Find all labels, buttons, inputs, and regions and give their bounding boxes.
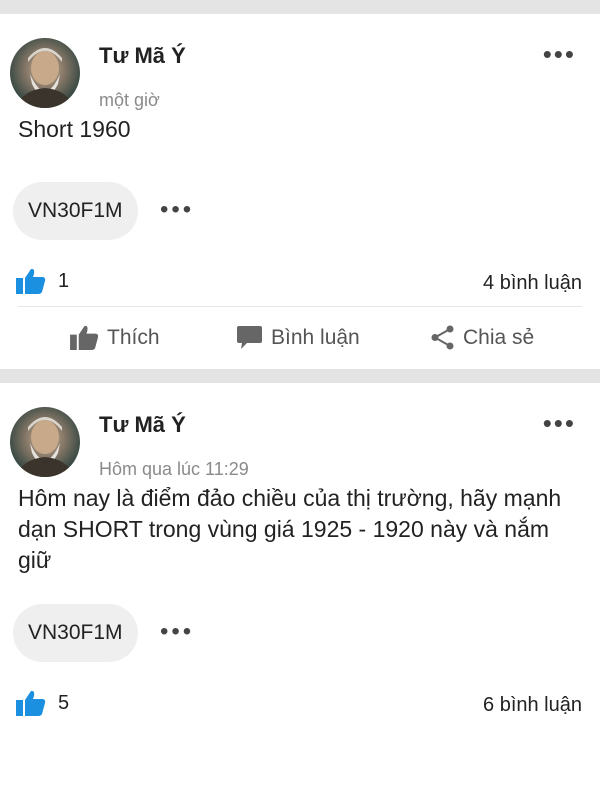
feed-separator bbox=[0, 369, 600, 383]
thumbs-up-icon bbox=[70, 325, 99, 350]
comment-count[interactable]: 6 bình luận bbox=[483, 694, 582, 717]
like-label: Thích bbox=[107, 325, 160, 349]
post-card: Tư Mã Ý một giờ ••• Short 1960 VN30F1M •… bbox=[0, 14, 600, 369]
tag-row: VN30F1M ••• bbox=[0, 182, 600, 242]
stock-tag[interactable]: VN30F1M bbox=[13, 182, 138, 240]
feed-separator bbox=[0, 0, 600, 14]
more-dots-icon[interactable]: ••• bbox=[160, 618, 194, 646]
more-dots-icon[interactable]: ••• bbox=[543, 410, 576, 436]
more-dots-icon[interactable]: ••• bbox=[543, 41, 576, 67]
post-stats: 1 4 bình luận bbox=[0, 242, 600, 302]
author-name[interactable]: Tư Mã Ý bbox=[99, 412, 186, 438]
post-content: Hôm nay là điểm đảo chiều của thị trường… bbox=[18, 485, 562, 573]
post-content: Short 1960 bbox=[18, 116, 131, 142]
avatar[interactable] bbox=[10, 38, 80, 108]
comment-button[interactable]: Bình luận bbox=[236, 325, 360, 350]
post-header: Tư Mã Ý Hôm qua lúc 11:29 ••• bbox=[0, 383, 600, 483]
author-name[interactable]: Tư Mã Ý bbox=[99, 43, 186, 69]
post-stats: 5 6 bình luận bbox=[0, 664, 600, 724]
share-icon bbox=[431, 325, 454, 350]
thumbs-up-icon bbox=[16, 268, 46, 294]
comment-count[interactable]: 4 bình luận bbox=[483, 272, 582, 295]
comment-label: Bình luận bbox=[271, 325, 360, 349]
post-time: một giờ bbox=[99, 90, 160, 110]
like-button[interactable]: Thích bbox=[70, 325, 160, 350]
avatar[interactable] bbox=[10, 407, 80, 477]
stock-tag[interactable]: VN30F1M bbox=[13, 604, 138, 662]
post-time: Hôm qua lúc 11:29 bbox=[99, 459, 249, 479]
share-label: Chia sẻ bbox=[463, 325, 535, 349]
post-actions: Thích Bình luận Chia sẻ bbox=[0, 307, 600, 369]
post-card: Tư Mã Ý Hôm qua lúc 11:29 ••• Hôm nay là… bbox=[0, 383, 600, 724]
thumbs-up-icon bbox=[16, 690, 46, 716]
like-number: 1 bbox=[58, 269, 70, 292]
like-count[interactable]: 5 bbox=[16, 690, 69, 716]
share-button[interactable]: Chia sẻ bbox=[430, 325, 534, 350]
speech-bubble-icon bbox=[237, 326, 262, 349]
post-header: Tư Mã Ý một giờ ••• bbox=[0, 14, 600, 114]
like-number: 5 bbox=[58, 691, 70, 714]
like-count[interactable]: 1 bbox=[16, 268, 69, 294]
tag-row: VN30F1M ••• bbox=[0, 604, 600, 664]
more-dots-icon[interactable]: ••• bbox=[160, 196, 194, 224]
